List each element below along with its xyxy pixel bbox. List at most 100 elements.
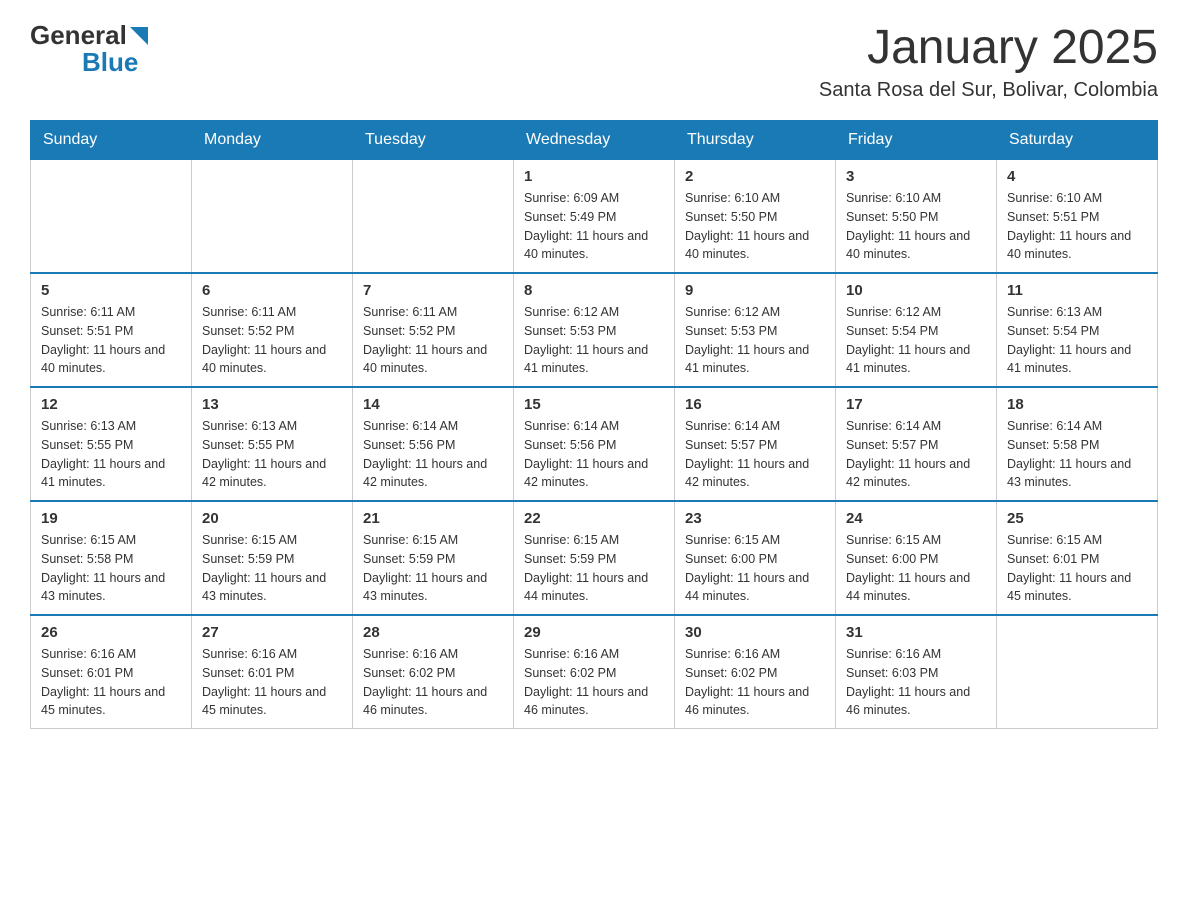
page-header: General Blue January 2025 Santa Rosa del… <box>30 20 1158 102</box>
day-info: Sunrise: 6:10 AMSunset: 5:50 PMDaylight:… <box>846 189 986 264</box>
calendar-cell <box>997 615 1158 729</box>
day-info: Sunrise: 6:12 AMSunset: 5:54 PMDaylight:… <box>846 303 986 378</box>
day-info: Sunrise: 6:15 AMSunset: 5:59 PMDaylight:… <box>524 531 664 606</box>
day-info: Sunrise: 6:14 AMSunset: 5:57 PMDaylight:… <box>846 417 986 492</box>
calendar-cell <box>192 160 353 274</box>
calendar-cell: 16Sunrise: 6:14 AMSunset: 5:57 PMDayligh… <box>675 387 836 501</box>
day-info: Sunrise: 6:10 AMSunset: 5:50 PMDaylight:… <box>685 189 825 264</box>
calendar-cell: 23 Sunrise: 6:15 AMSunset: 6:00 PMDayligh… <box>675 501 836 615</box>
calendar-cell: 31 Sunrise: 6:16 AMSunset: 6:03 PMDayligh… <box>836 615 997 729</box>
day-number: 30 <box>685 624 825 641</box>
day-info: Sunrise: 6:13 AMSunset: 5:54 PMDaylight:… <box>1007 303 1147 378</box>
day-info: Sunrise: 6:15 AMSunset: 5:58 PMDaylight:… <box>41 531 181 606</box>
day-info: Sunrise: 6:16 AMSunset: 6:01 PMDaylight:… <box>202 645 342 720</box>
day-number: 20 <box>202 510 342 527</box>
calendar-cell: 26Sunrise: 6:16 AMSunset: 6:01 PMDayligh… <box>31 615 192 729</box>
calendar-cell: 11Sunrise: 6:13 AMSunset: 5:54 PMDayligh… <box>997 273 1158 387</box>
calendar-cell: 30 Sunrise: 6:16 AMSunset: 6:02 PMDayligh… <box>675 615 836 729</box>
day-info: Sunrise: 6:15 AMSunset: 6:00 PMDaylight:… <box>685 531 825 606</box>
day-number: 8 <box>524 282 664 299</box>
calendar-week-row: 1Sunrise: 6:09 AMSunset: 5:49 PMDaylight… <box>31 160 1158 274</box>
day-number: 14 <box>363 396 503 413</box>
calendar-header-saturday: Saturday <box>997 121 1158 160</box>
calendar-cell: 8Sunrise: 6:12 AMSunset: 5:53 PMDaylight… <box>514 273 675 387</box>
calendar-header-friday: Friday <box>836 121 997 160</box>
day-number: 5 <box>41 282 181 299</box>
day-number: 13 <box>202 396 342 413</box>
day-info: Sunrise: 6:13 AMSunset: 5:55 PMDaylight:… <box>41 417 181 492</box>
day-number: 22 <box>524 510 664 527</box>
day-number: 10 <box>846 282 986 299</box>
day-number: 17 <box>846 396 986 413</box>
day-number: 16 <box>685 396 825 413</box>
calendar-header-tuesday: Tuesday <box>353 121 514 160</box>
day-info: Sunrise: 6:16 AMSunset: 6:02 PMDaylight:… <box>524 645 664 720</box>
calendar-cell <box>353 160 514 274</box>
calendar-cell: 24 Sunrise: 6:15 AMSunset: 6:00 PMDayligh… <box>836 501 997 615</box>
calendar-week-row: 5Sunrise: 6:11 AMSunset: 5:51 PMDaylight… <box>31 273 1158 387</box>
calendar-cell: 28Sunrise: 6:16 AMSunset: 6:02 PMDayligh… <box>353 615 514 729</box>
day-number: 15 <box>524 396 664 413</box>
day-info: Sunrise: 6:16 AMSunset: 6:03 PMDaylight:… <box>846 645 986 720</box>
day-info: Sunrise: 6:14 AMSunset: 5:56 PMDaylight:… <box>363 417 503 492</box>
calendar-cell: 2 Sunrise: 6:10 AMSunset: 5:50 PMDaylight… <box>675 160 836 274</box>
calendar-cell: 5Sunrise: 6:11 AMSunset: 5:51 PMDaylight… <box>31 273 192 387</box>
day-info: Sunrise: 6:10 AMSunset: 5:51 PMDaylight:… <box>1007 189 1147 264</box>
day-info: Sunrise: 6:15 AMSunset: 5:59 PMDaylight:… <box>363 531 503 606</box>
calendar-header-sunday: Sunday <box>31 121 192 160</box>
day-number: 18 <box>1007 396 1147 413</box>
day-number: 12 <box>41 396 181 413</box>
day-number: 28 <box>363 624 503 641</box>
calendar-cell: 4 Sunrise: 6:10 AMSunset: 5:51 PMDaylight… <box>997 160 1158 274</box>
calendar-header-wednesday: Wednesday <box>514 121 675 160</box>
calendar-cell: 21Sunrise: 6:15 AMSunset: 5:59 PMDayligh… <box>353 501 514 615</box>
day-number: 19 <box>41 510 181 527</box>
calendar-cell: 9Sunrise: 6:12 AMSunset: 5:53 PMDaylight… <box>675 273 836 387</box>
calendar-cell: 3 Sunrise: 6:10 AMSunset: 5:50 PMDaylight… <box>836 160 997 274</box>
day-info: Sunrise: 6:15 AMSunset: 5:59 PMDaylight:… <box>202 531 342 606</box>
calendar-cell: 17 Sunrise: 6:14 AMSunset: 5:57 PMDayligh… <box>836 387 997 501</box>
calendar-cell <box>31 160 192 274</box>
day-number: 2 <box>685 168 825 185</box>
month-title: January 2025 <box>819 20 1158 75</box>
day-info: Sunrise: 6:09 AMSunset: 5:49 PMDaylight:… <box>524 189 664 264</box>
day-number: 24 <box>846 510 986 527</box>
calendar-week-row: 26Sunrise: 6:16 AMSunset: 6:01 PMDayligh… <box>31 615 1158 729</box>
day-info: Sunrise: 6:15 AMSunset: 6:00 PMDaylight:… <box>846 531 986 606</box>
day-info: Sunrise: 6:16 AMSunset: 6:02 PMDaylight:… <box>685 645 825 720</box>
day-info: Sunrise: 6:14 AMSunset: 5:56 PMDaylight:… <box>524 417 664 492</box>
calendar-cell: 6 Sunrise: 6:11 AMSunset: 5:52 PMDaylight… <box>192 273 353 387</box>
day-info: Sunrise: 6:13 AMSunset: 5:55 PMDaylight:… <box>202 417 342 492</box>
logo-blue: Blue <box>82 47 138 78</box>
calendar-cell: 12 Sunrise: 6:13 AMSunset: 5:55 PMDayligh… <box>31 387 192 501</box>
calendar-cell: 1Sunrise: 6:09 AMSunset: 5:49 PMDaylight… <box>514 160 675 274</box>
calendar-cell: 14 Sunrise: 6:14 AMSunset: 5:56 PMDayligh… <box>353 387 514 501</box>
calendar-cell: 18 Sunrise: 6:14 AMSunset: 5:58 PMDayligh… <box>997 387 1158 501</box>
day-info: Sunrise: 6:11 AMSunset: 5:52 PMDaylight:… <box>202 303 342 378</box>
calendar-header-monday: Monday <box>192 121 353 160</box>
calendar-cell: 10 Sunrise: 6:12 AMSunset: 5:54 PMDayligh… <box>836 273 997 387</box>
calendar-table: SundayMondayTuesdayWednesdayThursdayFrid… <box>30 120 1158 729</box>
logo-triangle-icon <box>130 27 148 45</box>
day-number: 9 <box>685 282 825 299</box>
calendar-cell: 15 Sunrise: 6:14 AMSunset: 5:56 PMDayligh… <box>514 387 675 501</box>
calendar-cell: 27 Sunrise: 6:16 AMSunset: 6:01 PMDayligh… <box>192 615 353 729</box>
calendar-cell: 19 Sunrise: 6:15 AMSunset: 5:58 PMDayligh… <box>31 501 192 615</box>
calendar-week-row: 12 Sunrise: 6:13 AMSunset: 5:55 PMDayligh… <box>31 387 1158 501</box>
day-number: 23 <box>685 510 825 527</box>
calendar-cell: 13 Sunrise: 6:13 AMSunset: 5:55 PMDayligh… <box>192 387 353 501</box>
day-info: Sunrise: 6:11 AMSunset: 5:52 PMDaylight:… <box>363 303 503 378</box>
calendar-cell: 20 Sunrise: 6:15 AMSunset: 5:59 PMDayligh… <box>192 501 353 615</box>
day-number: 7 <box>363 282 503 299</box>
location-subtitle: Santa Rosa del Sur, Bolivar, Colombia <box>819 79 1158 102</box>
title-area: January 2025 Santa Rosa del Sur, Bolivar… <box>819 20 1158 102</box>
calendar-cell: 7 Sunrise: 6:11 AMSunset: 5:52 PMDaylight… <box>353 273 514 387</box>
day-number: 4 <box>1007 168 1147 185</box>
day-number: 31 <box>846 624 986 641</box>
logo: General Blue <box>30 20 148 78</box>
day-number: 3 <box>846 168 986 185</box>
day-number: 6 <box>202 282 342 299</box>
day-info: Sunrise: 6:14 AMSunset: 5:58 PMDaylight:… <box>1007 417 1147 492</box>
day-number: 27 <box>202 624 342 641</box>
day-info: Sunrise: 6:16 AMSunset: 6:01 PMDaylight:… <box>41 645 181 720</box>
